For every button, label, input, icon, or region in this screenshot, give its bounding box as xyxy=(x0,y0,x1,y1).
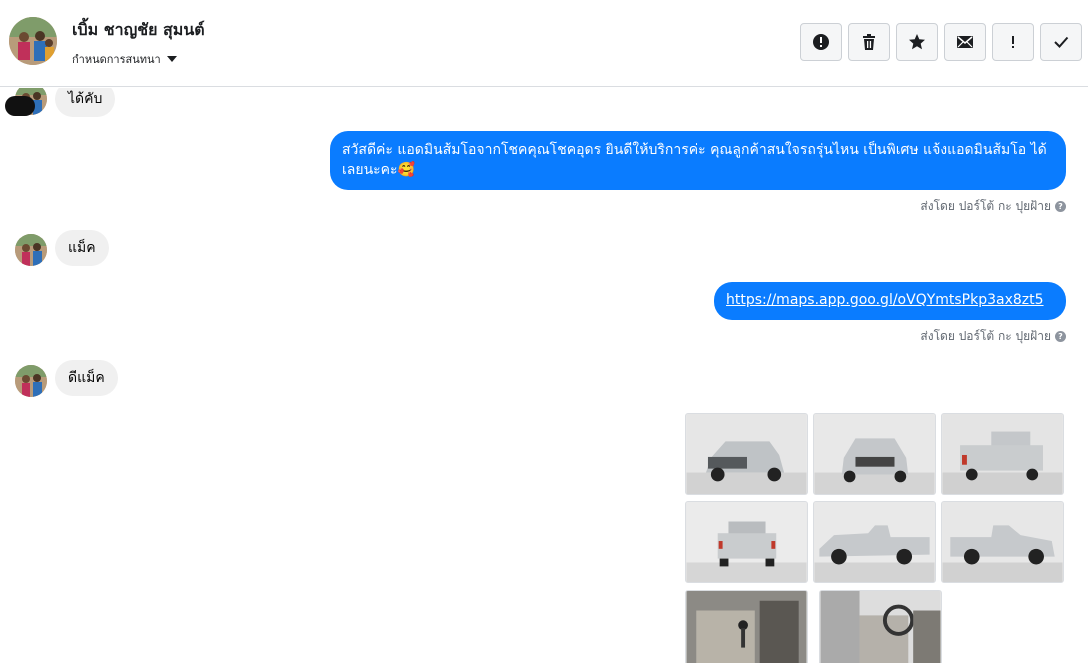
sent-by-label: ส่งโดย ปอร์โต้ กะ ปุยฝ้าย ? xyxy=(920,197,1066,216)
message-text: ได้คับ xyxy=(68,91,103,107)
outgoing-message[interactable]: https://maps.app.goo.gl/oVQYmtsPkp3ax8zt… xyxy=(714,282,1066,320)
check-icon xyxy=(1054,36,1069,48)
help-icon[interactable]: ? xyxy=(1055,201,1066,212)
mark-unread-button[interactable] xyxy=(944,23,986,61)
message-text: แม็ค xyxy=(68,240,96,256)
incoming-message[interactable]: แม็ค xyxy=(55,230,109,266)
message-thread[interactable]: ได้คับ สวัสดีค่ะ แอดมินส้มโอจากโชคคุณโชค… xyxy=(0,88,1088,663)
alert-circle-icon xyxy=(813,34,829,50)
incoming-message[interactable]: ได้คับ xyxy=(55,88,116,117)
page-badge-icon xyxy=(5,96,35,116)
star-button[interactable] xyxy=(896,23,938,61)
envelope-icon xyxy=(957,36,973,48)
sent-by-text: ส่งโดย ปอร์โต้ กะ ปุยฝ้าย xyxy=(920,199,1051,213)
contact-avatar[interactable] xyxy=(9,17,57,65)
exclamation-icon xyxy=(1012,36,1014,48)
mark-spam-button[interactable] xyxy=(800,23,842,61)
sender-avatar xyxy=(15,365,47,397)
trash-icon xyxy=(863,34,875,50)
assign-conversation-dropdown[interactable]: กำหนดการสนทนา xyxy=(72,50,177,68)
outgoing-message[interactable]: สวัสดีค่ะ แอดมินส้มโอจากโชคคุณโชคอุดร ยิ… xyxy=(330,131,1066,190)
delete-button[interactable] xyxy=(848,23,890,61)
star-icon xyxy=(909,34,925,50)
conversation-header: เบิ้ม ชาญชัย สุมนต์ กำหนดการสนทนา xyxy=(0,0,1088,87)
photo-attachment[interactable] xyxy=(685,501,808,583)
mark-done-button[interactable] xyxy=(1040,23,1082,61)
sent-by-label: ส่งโดย ปอร์โต้ กะ ปุยฝ้าย ? xyxy=(920,327,1066,346)
caret-down-icon xyxy=(166,56,177,62)
photo-attachment[interactable] xyxy=(685,413,808,495)
follow-up-button[interactable] xyxy=(992,23,1034,61)
message-text: สวัสดีค่ะ แอดมินส้มโอจากโชคคุณโชคอุดร ยิ… xyxy=(342,142,1047,178)
assign-label: กำหนดการสนทนา xyxy=(72,53,161,66)
photo-attachment[interactable] xyxy=(819,590,942,663)
photo-attachment[interactable] xyxy=(813,501,936,583)
incoming-message[interactable]: ดีแม็ค xyxy=(55,360,118,396)
photo-attachment[interactable] xyxy=(685,590,808,663)
contact-name[interactable]: เบิ้ม ชาญชัย สุมนต์ xyxy=(72,18,205,43)
map-link[interactable]: https://maps.app.goo.gl/oVQYmtsPkp3ax8zt… xyxy=(726,292,1044,308)
photo-attachment[interactable] xyxy=(941,413,1064,495)
photo-attachment[interactable] xyxy=(813,413,936,495)
sent-by-text: ส่งโดย ปอร์โต้ กะ ปุยฝ้าย xyxy=(920,329,1051,343)
help-icon[interactable]: ? xyxy=(1055,331,1066,342)
photo-attachment[interactable] xyxy=(941,501,1064,583)
sender-avatar xyxy=(15,234,47,266)
message-text: ดีแม็ค xyxy=(68,370,105,386)
